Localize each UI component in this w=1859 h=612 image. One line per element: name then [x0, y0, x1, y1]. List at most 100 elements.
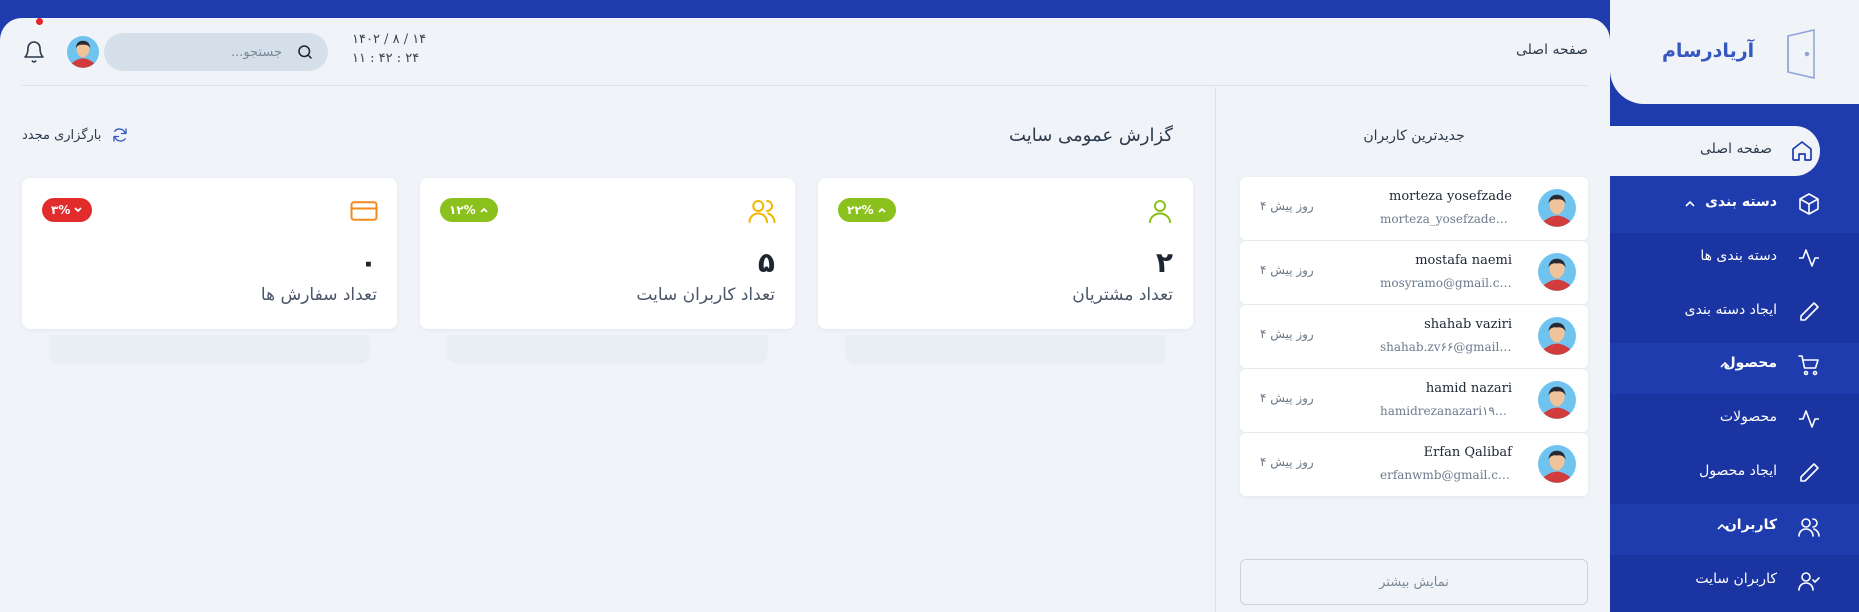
avatar	[1538, 189, 1576, 227]
sidebar-item-label: دسته بندی ها	[1700, 248, 1777, 264]
badge-value: ۲۲%	[847, 203, 874, 217]
sidebar-item-categories[interactable]: دسته بندی ها	[1610, 233, 1859, 283]
sidebar-item-site-users[interactable]: کاربران سایت	[1610, 556, 1859, 606]
sidebar-item-label: کاربران سایت	[1695, 571, 1777, 587]
user-name: morteza yosefzade	[1389, 189, 1512, 204]
user-name: hamid nazari	[1425, 381, 1512, 396]
avatar	[1538, 445, 1576, 483]
list-item[interactable]: shahab vaziri shahab.zv۶۶@gmail.com ۴ رو…	[1240, 305, 1588, 368]
search-box	[104, 33, 328, 71]
trend-badge: ۳%	[42, 198, 93, 222]
user-email: shahab.zv۶۶@gmail.com	[1380, 340, 1512, 354]
home-icon	[1792, 141, 1812, 161]
sidebar-header: آریادرسام	[1610, 0, 1859, 104]
chevron-down-icon	[74, 207, 82, 213]
list-item[interactable]: hamid nazari hamidrezanazari۱۹۸۰@gmail.c…	[1240, 369, 1588, 432]
user-email: mosyramo@gmail.com	[1380, 276, 1512, 290]
user-time: ۴ روز پیش	[1260, 199, 1314, 213]
report-title: گزارش عمومی سایت	[1009, 125, 1173, 146]
search-input[interactable]	[132, 33, 282, 71]
stat-card-customers: ۲۲% ۲ تعداد مشتریان	[818, 178, 1193, 361]
chevron-up-icon	[1685, 200, 1695, 207]
top-bar: ۱۴۰۲ / ۸ / ۱۴ ۱۱ : ۴۲ : ۲۴ صفحه اصلی	[22, 18, 1588, 86]
activity-icon	[1799, 249, 1819, 267]
stat-card: ۳% ۰ تعداد سفارش ها	[22, 178, 397, 329]
show-more-button[interactable]: نمایش بیشتر	[1240, 559, 1588, 605]
trend-badge: ۲۲%	[838, 198, 896, 222]
logo-icon[interactable]	[1780, 28, 1822, 80]
user-time: ۴ روز پیش	[1260, 391, 1314, 405]
badge-value: ۳%	[51, 203, 71, 217]
avatar[interactable]	[67, 36, 99, 68]
pencil-icon	[1800, 302, 1819, 321]
date-time: ۱۴۰۲ / ۸ / ۱۴ ۱۱ : ۴۲ : ۲۴	[352, 30, 426, 68]
user-check-icon	[1798, 572, 1820, 591]
user-name: Erfan Qalibaf	[1423, 445, 1512, 460]
sidebar-item-create-product[interactable]: ایجاد محصول	[1610, 448, 1859, 498]
card-stack-shadow	[50, 335, 369, 361]
credit-card-icon	[350, 201, 378, 221]
main-panel: ۱۴۰۲ / ۸ / ۱۴ ۱۱ : ۴۲ : ۲۴ صفحه اصلی گزا…	[0, 18, 1610, 612]
user-time: ۴ روز پیش	[1260, 327, 1314, 341]
stat-label: تعداد مشتریان	[1072, 285, 1173, 305]
user-icon	[1149, 200, 1171, 224]
users-icon	[1798, 518, 1820, 537]
stat-label: تعداد سفارش ها	[260, 285, 377, 305]
sidebar-item-product[interactable]: محصول	[1610, 340, 1859, 390]
sidebar-item-label: صفحه اصلی	[1699, 141, 1772, 157]
sidebar-item-label: دسته بندی	[1705, 194, 1777, 210]
user-name: shahab vaziri	[1424, 317, 1512, 332]
sidebar-item-label: ایجاد محصول	[1699, 463, 1777, 479]
notification-dot	[36, 18, 43, 25]
sidebar-item-label: کاربران	[1724, 517, 1777, 533]
list-item[interactable]: Erfan Qalibaf erfanwmb@gmail.com ۴ روز پ…	[1240, 433, 1588, 496]
chevron-up-icon	[1720, 361, 1730, 368]
sidebar-item-home[interactable]: صفحه اصلی	[1610, 126, 1820, 176]
chevron-up-icon	[1717, 523, 1727, 530]
stat-value: ۰	[359, 246, 377, 279]
list-item[interactable]: mostafa naemi mosyramo@gmail.com ۴ روز پ…	[1240, 241, 1588, 304]
stat-card: ۲۲% ۲ تعداد مشتریان	[818, 178, 1193, 329]
reload-label: بارگزاری مجدد	[22, 127, 102, 143]
stat-card-orders: ۳% ۰ تعداد سفارش ها	[22, 178, 397, 361]
sidebar-item-category[interactable]: دسته بندی	[1610, 179, 1859, 229]
sidebar-item-label: ایجاد دسته بندی	[1684, 302, 1777, 318]
user-email: hamidrezanazari۱۹۸۰@gmail.com	[1380, 404, 1512, 418]
sidebar-item-label: محصولات	[1719, 409, 1777, 425]
stat-card-site-users: ۱۲% ۵ تعداد کاربران سایت	[420, 178, 795, 361]
trend-badge: ۱۲%	[440, 198, 498, 222]
badge-value: ۱۲%	[449, 203, 476, 217]
list-item[interactable]: morteza yosefzade morteza_yosefzade@yaho…	[1240, 177, 1588, 240]
reload-button[interactable]: بارگزاری مجدد	[22, 126, 129, 144]
stat-card: ۱۲% ۵ تعداد کاربران سایت	[420, 178, 795, 329]
stat-value: ۲	[1155, 246, 1173, 279]
current-date: ۱۴۰۲ / ۸ / ۱۴	[352, 32, 427, 47]
sidebar-item-create-category[interactable]: ایجاد دسته بندی	[1610, 287, 1859, 337]
refresh-icon	[113, 128, 128, 142]
user-name: mostafa naemi	[1415, 253, 1512, 268]
avatar	[1538, 253, 1576, 291]
cart-icon	[1798, 355, 1819, 376]
sidebar-item-products[interactable]: محصولات	[1610, 394, 1859, 444]
activity-icon	[1799, 410, 1819, 428]
avatar	[1538, 381, 1576, 419]
user-time: ۴ روز پیش	[1260, 263, 1314, 277]
breadcrumb[interactable]: صفحه اصلی	[1516, 42, 1588, 58]
sidebar: آریادرسام صفحه اصلی دسته بندی دسته بندی …	[1610, 0, 1859, 612]
card-stack-shadow	[846, 335, 1165, 361]
user-time: ۴ روز پیش	[1260, 455, 1314, 469]
chevron-up-icon	[878, 207, 886, 213]
stat-label: تعداد کاربران سایت	[636, 285, 775, 305]
search-icon[interactable]	[296, 43, 314, 61]
pencil-icon	[1800, 463, 1819, 482]
user-email: morteza_yosefzade@yahoo.com	[1380, 212, 1512, 226]
logo-text[interactable]: آریادرسام	[1662, 40, 1754, 62]
card-stack-shadow	[448, 335, 767, 361]
stat-value: ۵	[757, 246, 775, 279]
sidebar-item-users[interactable]: کاربران	[1610, 502, 1859, 552]
section-divider	[1215, 87, 1216, 612]
users-icon	[748, 200, 776, 224]
avatar	[1538, 317, 1576, 355]
current-time: ۱۱ : ۴۲ : ۲۴	[352, 51, 420, 66]
bell-icon[interactable]	[22, 40, 46, 64]
